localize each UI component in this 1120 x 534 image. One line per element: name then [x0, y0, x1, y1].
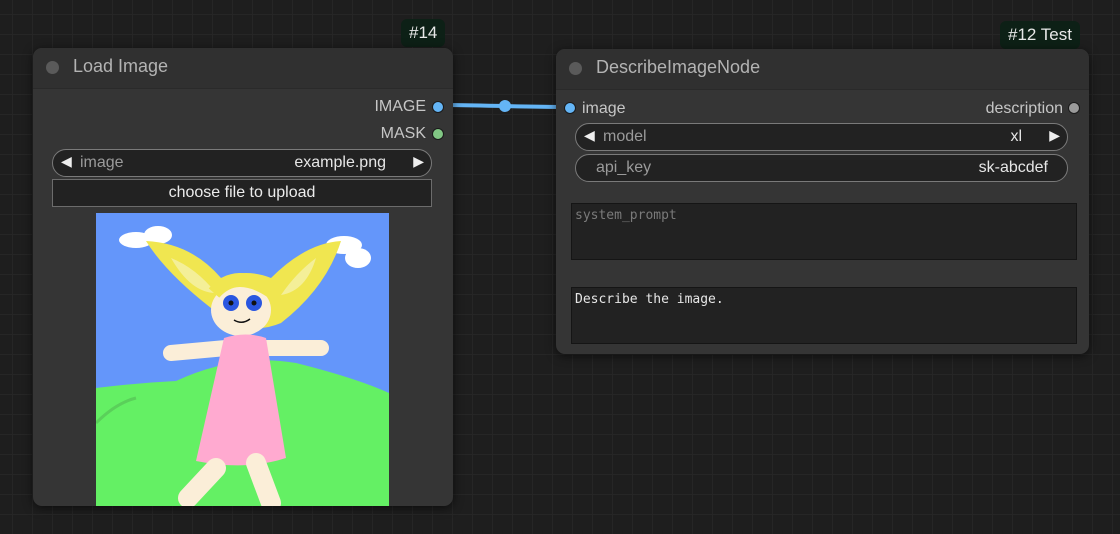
combo-value: example.png [294, 154, 386, 171]
output-image-label: IMAGE [374, 98, 426, 115]
model-select-combo[interactable]: ◀ model xl ▶ [575, 123, 1068, 151]
output-description-label: description [985, 100, 1063, 117]
load-image-header[interactable]: Load Image [33, 48, 453, 89]
upload-button[interactable]: choose file to upload [52, 179, 432, 207]
node-id-badge-12: #12 Test [1000, 21, 1080, 49]
input-image-slot[interactable] [564, 102, 576, 114]
collapse-dot-icon[interactable] [46, 61, 59, 74]
node-title: DescribeImageNode [596, 57, 761, 77]
output-mask-slot[interactable] [432, 128, 444, 140]
node-id-badge-14: #14 [401, 19, 446, 47]
output-image-slot[interactable] [432, 101, 444, 113]
input-image-label: image [582, 100, 626, 117]
image-preview [96, 213, 389, 506]
prompt-textarea[interactable]: Describe the image. [571, 287, 1077, 344]
load-image-node[interactable]: Load Image IMAGE MASK ◀ image example.pn… [33, 48, 453, 506]
combo-label: model [603, 128, 647, 145]
field-value: sk-abcdef [978, 159, 1048, 176]
collapse-dot-icon[interactable] [569, 62, 582, 75]
link-midpoint-handle[interactable] [499, 100, 511, 112]
output-description-slot[interactable] [1068, 102, 1080, 114]
left-arrow-icon[interactable]: ◀ [584, 127, 595, 144]
describe-image-node[interactable]: DescribeImageNode image description ◀ mo… [556, 49, 1089, 354]
combo-label: image [80, 154, 124, 171]
api-key-field[interactable]: api_key sk-abcdef [575, 154, 1068, 182]
output-mask-label: MASK [380, 125, 426, 142]
field-label: api_key [596, 159, 652, 176]
node-title: Load Image [73, 56, 169, 76]
right-arrow-icon[interactable]: ▶ [413, 153, 424, 170]
combo-value: xl [1010, 128, 1022, 145]
image-select-combo[interactable]: ◀ image example.png ▶ [52, 149, 432, 177]
system-prompt-textarea[interactable]: system_prompt [571, 203, 1077, 260]
describe-image-header[interactable]: DescribeImageNode [556, 49, 1089, 90]
right-arrow-icon[interactable]: ▶ [1049, 127, 1060, 144]
left-arrow-icon[interactable]: ◀ [61, 153, 72, 170]
